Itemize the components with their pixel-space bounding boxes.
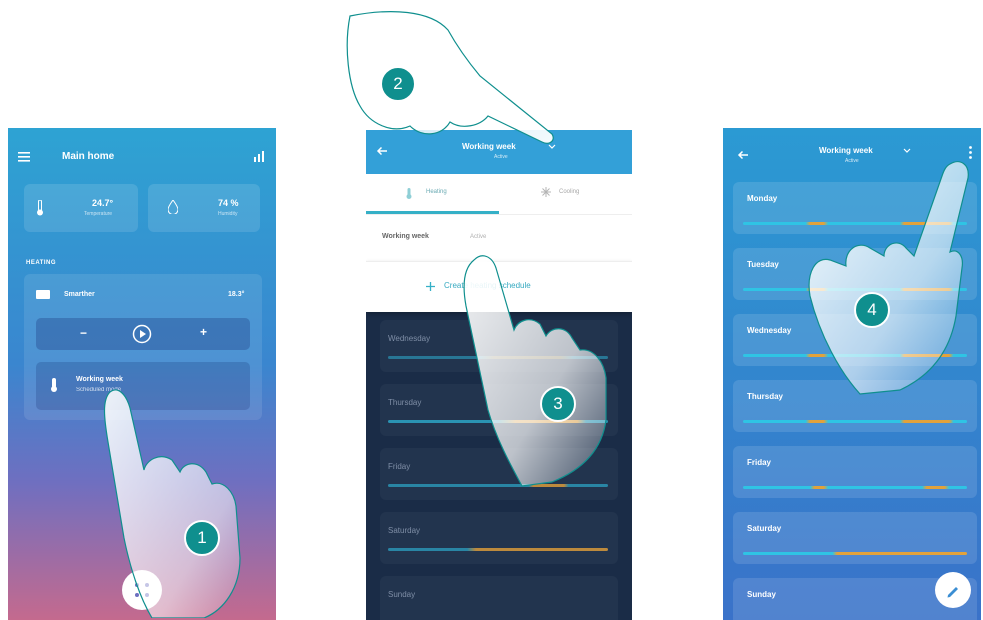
day-label: Friday <box>388 462 411 471</box>
tab-heating[interactable]: Heating <box>366 174 499 214</box>
hand-illustration-2 <box>330 6 560 156</box>
pencil-icon[interactable] <box>935 572 971 608</box>
schedule-bar <box>743 486 967 489</box>
radiator-icon <box>36 290 50 299</box>
day-label: Wednesday <box>747 326 792 335</box>
chevron-down-icon[interactable] <box>903 148 911 154</box>
tab-cooling[interactable]: Cooling <box>499 174 632 214</box>
menu-icon[interactable] <box>18 152 30 162</box>
humidity-value: 74 % <box>218 198 239 208</box>
day-label: Sunday <box>388 590 416 599</box>
decrease-button[interactable]: − <box>80 326 87 340</box>
header-title[interactable]: Working week <box>819 146 873 155</box>
temperature-card[interactable]: 24.7° Temperature <box>24 184 138 232</box>
increase-button[interactable]: + <box>200 325 207 339</box>
day-label: Thursday <box>388 398 422 407</box>
day-label: Tuesday <box>747 260 779 269</box>
schedule-name: Working week <box>76 376 123 383</box>
day-row-sunday[interactable]: Sunday <box>380 576 618 620</box>
step-badge-2: 2 <box>380 66 416 102</box>
step-badge-3: 3 <box>540 386 576 422</box>
humidity-card[interactable]: 74 % Humidity <box>148 184 260 232</box>
schedule-row-status: Active <box>470 234 487 240</box>
hand-illustration-1 <box>100 388 270 618</box>
plus-icon <box>426 282 435 291</box>
hand-illustration-4 <box>800 156 980 396</box>
thermometer-icon <box>406 188 412 199</box>
day-label: Thursday <box>747 392 784 401</box>
snowflake-icon <box>541 187 551 197</box>
day-label: Saturday <box>388 526 421 535</box>
tab-bar: Heating Cooling <box>366 174 632 214</box>
schedule-bar <box>388 548 608 551</box>
day-label: Sunday <box>747 590 776 599</box>
control-bar: − + <box>36 318 250 350</box>
day-label: Friday <box>747 458 772 467</box>
play-icon[interactable] <box>132 324 152 344</box>
thermometer-icon <box>36 200 44 216</box>
day-card-saturday[interactable]: Saturday <box>733 512 977 564</box>
chart-icon[interactable] <box>254 151 264 162</box>
step-badge-1: 1 <box>184 520 220 556</box>
schedule-bar <box>743 552 967 555</box>
droplet-icon <box>168 200 178 214</box>
hand-illustration-3 <box>452 250 632 490</box>
section-label: HEATING <box>26 260 57 266</box>
day-row-saturday[interactable]: Saturday <box>380 512 618 564</box>
tab-cooling-label: Cooling <box>559 189 580 195</box>
back-arrow-icon[interactable] <box>737 150 749 160</box>
mode-icon <box>50 378 58 392</box>
schedule-row-name: Working week <box>382 233 429 240</box>
zone-temperature: 18.3° <box>228 291 245 298</box>
page-title: Main home <box>62 151 115 162</box>
temperature-caption: Temperature <box>84 211 113 217</box>
day-label: Saturday <box>747 524 782 533</box>
day-label: Monday <box>747 194 778 203</box>
day-card-friday[interactable]: Friday <box>733 446 977 498</box>
temperature-value: 24.7° <box>92 198 114 208</box>
tab-heating-label: Heating <box>426 189 447 195</box>
zone-name: Smarther <box>64 291 95 298</box>
humidity-caption: Humidity <box>218 211 238 217</box>
schedule-bar <box>743 420 967 423</box>
day-label: Wednesday <box>388 334 431 343</box>
step-badge-4: 4 <box>854 292 890 328</box>
